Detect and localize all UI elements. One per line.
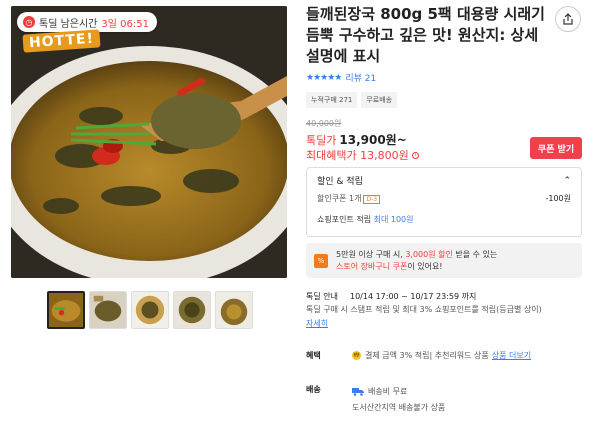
kakao-coin-icon: ₩ — [352, 351, 361, 360]
rating: ★★★★★ 리뷰 21 — [306, 71, 376, 85]
chip-free-shipping: 무료배송 — [361, 92, 398, 108]
truck-icon — [352, 388, 364, 396]
benefit-text: 결제 금액 3% 적립| 추천리워드 상품 — [365, 351, 489, 360]
coupon-button[interactable]: 쿠폰 받기 — [530, 137, 582, 159]
product-title: 들깨된장국 800g 5팩 대용량 시래기듬뿍 구수하고 깊은 맛! 원산지: … — [306, 5, 545, 65]
star-rating-icon: ★★★★★ — [306, 72, 342, 83]
shipping-row: 배송 배송비 무료 도서산간지역 배송불가 상품 — [306, 384, 445, 416]
sale-detail-link[interactable]: 자세히 — [306, 318, 328, 329]
thumbnail-5[interactable] — [215, 291, 253, 329]
thumbnail-1[interactable] — [47, 291, 85, 329]
share-button[interactable] — [555, 6, 581, 32]
timer-label: 톡딜 남은시간 — [39, 18, 98, 30]
point-label: 쇼핑포인트 적립 — [317, 215, 372, 224]
timer-value: 3일 06:51 — [101, 18, 149, 30]
coupon-label: 할인쿠폰 1개 — [317, 194, 362, 203]
deal-price-label: 톡딜가 — [306, 134, 337, 147]
original-price: 40,000원 — [306, 119, 342, 128]
clock-icon: ◷ — [23, 16, 35, 28]
chevron-up-icon[interactable]: ⌃ — [563, 176, 571, 186]
thumbnail-4[interactable] — [173, 291, 211, 329]
point-row: 쇼핑포인트 적립 최대 100원 — [317, 214, 571, 225]
sale-info-label: 톡딜 안내 — [306, 292, 338, 301]
thumbnail-3[interactable] — [131, 291, 169, 329]
discount-box: 할인 & 적립 ⌃ 할인쿠폰 1개 D-3 -100원 쇼핑포인트 적립 최대 1… — [306, 167, 582, 237]
max-benefit-price: 최대혜택가 13,800원 i — [306, 147, 419, 163]
shipping-fee: 배송비 무료 — [368, 387, 408, 396]
sale-period: 10/14 17:00 ~ 10/17 23:59 까지 — [349, 292, 477, 301]
store-cart-coupon-promo[interactable]: % 5만원 이상 구매 시, 3,000원 할인 받을 수 있는 스토어 장바구… — [306, 243, 582, 278]
deal-price-value: 13,900원~ — [339, 133, 407, 147]
share-icon — [563, 13, 573, 25]
shipping-label: 배송 — [306, 385, 321, 394]
promo-text-2b: 이 있어요! — [407, 261, 443, 271]
coupon-row: 할인쿠폰 1개 D-3 — [317, 193, 381, 204]
promo-discount: 3,000원 할인 — [405, 249, 453, 259]
info-chips: 누적구매 271 무료배송 — [306, 92, 398, 108]
benefit-more-link[interactable]: 상품 더보기 — [492, 350, 531, 361]
coupon-deadline-tag: D-3 — [363, 195, 381, 204]
benefit-label: 혜택 — [306, 351, 321, 360]
thumbnail-2[interactable] — [89, 291, 127, 329]
benefit-row: 혜택 ₩ 결제 금액 3% 적립| 추천리워드 상품 상품 더보기 — [306, 350, 531, 361]
deal-price: 톡딜가 13,900원~ — [306, 131, 407, 148]
sale-info-header: 톡딜 안내 10/14 17:00 ~ 10/17 23:59 까지 — [306, 291, 476, 302]
chip-purchase-count: 누적구매 271 — [306, 92, 358, 108]
product-main-image[interactable]: ◷ 톡딜 남은시간 3일 06:51 HOTTE! — [11, 6, 287, 278]
point-value: 최대 100원 — [373, 215, 414, 224]
coupon-value: -100원 — [545, 194, 571, 203]
max-benefit-label: 최대혜택가 13,800원 — [306, 149, 409, 162]
sale-description: 톡딜 구매 시 스탬프 적립 및 최대 3% 쇼핑포인트를 적립(등급별 상이) — [306, 305, 542, 314]
deal-timer-badge: ◷ 톡딜 남은시간 3일 06:51 — [17, 12, 157, 32]
discount-header: 할인 & 적립 — [317, 177, 363, 187]
promo-text-1a: 5만원 이상 구매 시, — [336, 249, 403, 259]
promo-cart-coupon: 스토어 장바구니 쿠폰 — [336, 261, 408, 271]
thumbnail-strip — [47, 291, 253, 329]
promo-text-1c: 받을 수 있는 — [455, 249, 498, 259]
shipping-restriction: 도서산간지역 배송불가 상품 — [352, 403, 446, 412]
coupon-percent-icon: % — [314, 253, 328, 268]
info-icon[interactable]: i — [411, 151, 419, 159]
review-link[interactable]: 리뷰 21 — [345, 71, 376, 84]
